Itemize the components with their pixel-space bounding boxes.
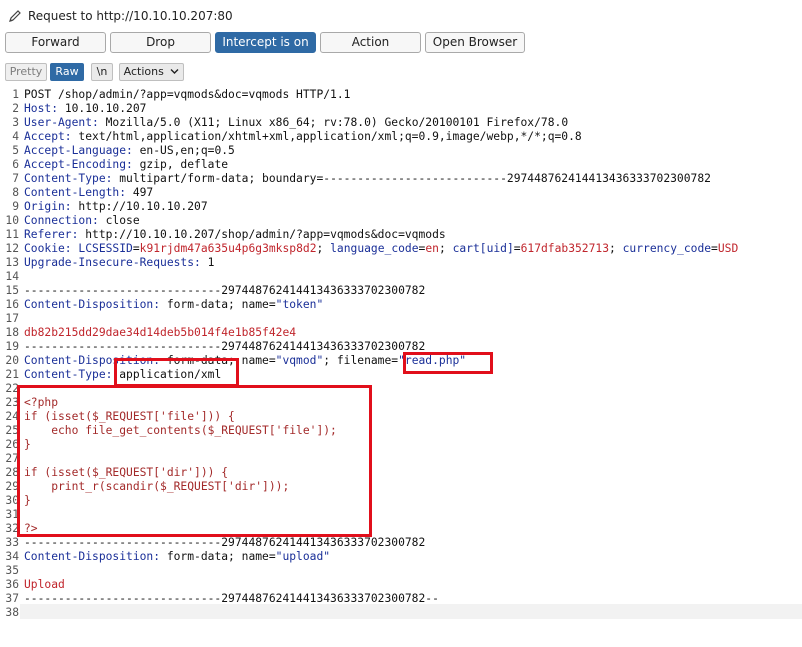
line-36: 36 Upload bbox=[5, 578, 65, 591]
header-key: Accept: bbox=[24, 130, 72, 143]
chevron-down-icon bbox=[170, 69, 179, 74]
token-value: db82b215dd29dae34d14deb5b014f4e1b85f42e4 bbox=[24, 326, 297, 339]
boundary: -----------------------------29744876241… bbox=[24, 340, 426, 353]
header-key: Content-Type: bbox=[24, 368, 113, 381]
header-key: Accept-Encoding: bbox=[24, 158, 133, 171]
line-5: 5 Accept-Language: en-US,en;q=0.5 bbox=[12, 144, 235, 157]
line-2: 2 Host: 10.10.10.207 bbox=[12, 102, 147, 115]
line-10: 10 Connection: close bbox=[5, 214, 140, 227]
line-15: 15 -----------------------------297448762… bbox=[5, 284, 426, 297]
line-35: 35 bbox=[5, 564, 19, 577]
line-4: 4 Accept: text/html,application/xhtml+xml… bbox=[12, 130, 582, 143]
header-key: Content-Type: bbox=[24, 172, 113, 185]
line-34: 34 Content-Disposition: form-data; name="… bbox=[5, 550, 331, 563]
tab-pretty[interactable]: Pretty bbox=[5, 63, 47, 81]
header-value: multipart/form-data; boundary=----------… bbox=[112, 172, 711, 185]
request-line: POST /shop/admin/?app=vqmods&doc=vqmods … bbox=[24, 88, 351, 101]
cookie-value: 617dfab352713 bbox=[520, 242, 610, 255]
line-18: 18 db82b215dd29dae34d14deb5b014f4e1b85f42… bbox=[5, 326, 297, 339]
header-value: gzip, deflate bbox=[132, 158, 229, 171]
open-browser-button[interactable]: Open Browser bbox=[425, 32, 525, 53]
intercept-toggle-button[interactable]: Intercept is on bbox=[215, 32, 316, 53]
header-value: text/html,application/xhtml+xml,applicat… bbox=[71, 130, 582, 143]
header-key: Content-Length: bbox=[24, 186, 127, 199]
header-key: Origin: bbox=[24, 200, 72, 213]
header-key: Host: bbox=[24, 102, 59, 115]
cookie-value: k91rjdm47a635u4p6g3mksp8d2 bbox=[139, 242, 317, 255]
tab-raw[interactable]: Raw bbox=[50, 63, 84, 81]
line-19: 19 -----------------------------297448762… bbox=[5, 340, 426, 353]
header-key: User-Agent: bbox=[24, 116, 99, 129]
annotation-box-php-payload bbox=[17, 385, 372, 537]
cookie-value: USD bbox=[717, 242, 739, 255]
line-37: 37 -----------------------------297448762… bbox=[5, 592, 439, 605]
header-key: Upgrade-Insecure-Requests: bbox=[24, 256, 201, 269]
boundary: -----------------------------29744876241… bbox=[24, 284, 426, 297]
annotation-box-filename bbox=[403, 352, 493, 374]
header-value: close bbox=[98, 214, 140, 227]
action-button[interactable]: Action bbox=[320, 32, 421, 53]
header-value: 497 bbox=[126, 186, 154, 199]
actions-menu[interactable]: Actions bbox=[119, 63, 184, 81]
header-value: form-data; name= bbox=[160, 550, 276, 563]
line-3: 3 User-Agent: Mozilla/5.0 (X11; Linux x86… bbox=[12, 116, 569, 129]
intercept-toolbar: Request to http://10.10.10.207:80 Forwar… bbox=[0, 0, 802, 90]
request-title: Request to http://10.10.10.207:80 bbox=[8, 9, 233, 23]
line-1: 1 POST /shop/admin/?app=vqmods&doc=vqmods… bbox=[0, 88, 802, 102]
header-value: http://10.10.10.207 bbox=[71, 200, 208, 213]
line-9: 9 Origin: http://10.10.10.207 bbox=[12, 200, 208, 213]
newline-toggle[interactable]: \n bbox=[91, 63, 113, 81]
drop-button[interactable]: Drop bbox=[110, 32, 211, 53]
line-33: 33 -----------------------------297448762… bbox=[5, 536, 426, 549]
header-value: form-data; name= bbox=[160, 298, 276, 311]
line-38: 38 bbox=[5, 606, 19, 619]
header-key: Accept-Language: bbox=[24, 144, 133, 157]
request-title-text: Request to http://10.10.10.207:80 bbox=[28, 9, 233, 23]
field-name: "upload" bbox=[275, 550, 331, 563]
header-key: Referer: bbox=[24, 228, 79, 241]
pencil-icon bbox=[9, 10, 21, 22]
header-key: Cookie: bbox=[24, 242, 72, 255]
cookie-name: currency_code bbox=[622, 242, 712, 255]
header-value: en-US,en;q=0.5 bbox=[132, 144, 235, 157]
header-value: 1 bbox=[200, 256, 215, 269]
line-14: 14 bbox=[5, 270, 19, 283]
actions-menu-label: Actions bbox=[123, 65, 164, 78]
header-value: Mozilla/5.0 (X11; Linux x86_64; rv:78.0)… bbox=[98, 116, 569, 129]
header-value: http://10.10.10.207/shop/admin/?app=vqmo… bbox=[78, 228, 446, 241]
forward-button[interactable]: Forward bbox=[5, 32, 106, 53]
line-8: 8 Content-Length: 497 bbox=[12, 186, 154, 199]
boundary: -----------------------------29744876241… bbox=[24, 592, 439, 605]
annotation-box-content-type bbox=[114, 358, 239, 387]
header-key: Content-Disposition: bbox=[24, 298, 161, 311]
cookie-value: en bbox=[425, 242, 439, 255]
line-7: 7 Content-Type: multipart/form-data; boun… bbox=[12, 172, 711, 185]
cookie-name: language_code bbox=[330, 242, 419, 255]
field-name: "vqmod" bbox=[275, 354, 324, 367]
line-6: 6 Accept-Encoding: gzip, deflate bbox=[12, 158, 229, 171]
upload-value: Upload bbox=[24, 578, 65, 591]
cookie-name: LCSESSID bbox=[78, 242, 133, 255]
header-key: Connection: bbox=[24, 214, 99, 227]
line-11: 11 Referer: http://10.10.10.207/shop/admi… bbox=[5, 228, 446, 241]
line-17: 17 bbox=[5, 312, 19, 325]
header-key: Content-Disposition: bbox=[24, 550, 161, 563]
line-12: 12 Cookie: LCSESSID=k91rjdm47a635u4p6g3mk… bbox=[5, 242, 739, 255]
field-name: "token" bbox=[275, 298, 324, 311]
cookie-name: cart[uid] bbox=[452, 242, 514, 255]
header-value: 10.10.10.207 bbox=[58, 102, 147, 115]
boundary: -----------------------------29744876241… bbox=[24, 536, 426, 549]
filename-label: ; filename= bbox=[323, 354, 399, 367]
line-13: 13 Upgrade-Insecure-Requests: 1 bbox=[5, 256, 215, 269]
line-number: 1 bbox=[12, 88, 19, 101]
line-16: 16 Content-Disposition: form-data; name="… bbox=[5, 298, 324, 311]
